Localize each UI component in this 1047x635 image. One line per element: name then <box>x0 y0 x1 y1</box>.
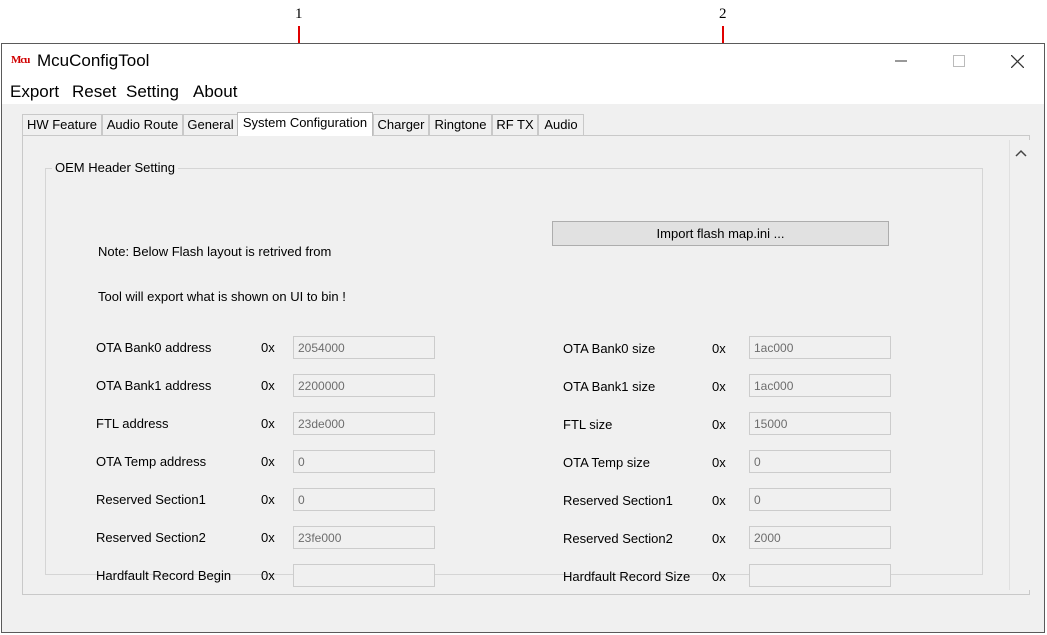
hex-prefix: 0x <box>712 417 726 432</box>
vertical-scrollbar[interactable] <box>1009 140 1031 590</box>
scroll-up-icon[interactable] <box>1014 148 1028 158</box>
menu-bar: Export Reset Setting About <box>2 78 1044 104</box>
label-ftl-size: FTL size <box>563 417 613 432</box>
label-ota-bank1-size: OTA Bank1 size <box>563 379 656 394</box>
hex-prefix: 0x <box>261 378 275 393</box>
reserved-section2-address-field[interactable] <box>293 526 435 549</box>
maximize-button[interactable] <box>930 44 988 78</box>
note-line-1: Note: Below Flash layout is retrived fro… <box>98 244 332 259</box>
import-flash-map-button[interactable]: Import flash map.ini ... <box>552 221 889 246</box>
hex-prefix: 0x <box>261 530 275 545</box>
label-ota-bank1-address: OTA Bank1 address <box>96 378 212 393</box>
tab-audio[interactable]: Audio <box>538 114 584 135</box>
hex-prefix: 0x <box>261 568 275 583</box>
tab-charger[interactable]: Charger <box>373 114 429 135</box>
reserved-section1-address-field[interactable] <box>293 488 435 511</box>
annotation-number-2: 2 <box>719 6 727 22</box>
tab-audio-route[interactable]: Audio Route <box>102 114 183 135</box>
tab-general[interactable]: General <box>183 114 238 135</box>
label-hardfault-record-size: Hardfault Record Size <box>563 569 691 584</box>
label-ota-temp-address: OTA Temp address <box>96 454 207 469</box>
menu-about[interactable]: About <box>193 82 237 102</box>
minimize-icon <box>895 60 907 62</box>
group-title: OEM Header Setting <box>52 160 178 175</box>
menu-reset[interactable]: Reset <box>72 82 116 102</box>
label-reserved-section2-size: Reserved Section2 <box>563 531 673 546</box>
hex-prefix: 0x <box>712 531 726 546</box>
ota-bank0-size-field[interactable] <box>749 336 891 359</box>
reserved-section1-size-field[interactable] <box>749 488 891 511</box>
tab-rf-tx[interactable]: RF TX <box>492 114 538 135</box>
label-reserved-section1-size: Reserved Section1 <box>563 493 673 508</box>
close-button[interactable] <box>988 44 1044 78</box>
label-reserved-section1-address: Reserved Section1 <box>96 492 206 507</box>
hardfault-record-begin-field[interactable] <box>293 564 435 587</box>
reserved-section2-size-field[interactable] <box>749 526 891 549</box>
ota-bank0-address-field[interactable] <box>293 336 435 359</box>
menu-export[interactable]: Export <box>10 82 59 102</box>
note-line-2: Tool will export what is shown on UI to … <box>98 289 346 304</box>
label-ota-temp-size: OTA Temp size <box>563 455 650 470</box>
label-ota-bank0-address: OTA Bank0 address <box>96 340 212 355</box>
minimize-button[interactable] <box>872 44 930 78</box>
hex-prefix: 0x <box>712 379 726 394</box>
label-ftl-address: FTL address <box>96 416 169 431</box>
hex-prefix: 0x <box>712 569 726 584</box>
hardfault-record-size-field[interactable] <box>749 564 891 587</box>
close-icon <box>1010 54 1024 68</box>
tab-hw-feature[interactable]: HW Feature <box>22 114 102 135</box>
window-title: McuConfigTool <box>37 51 150 70</box>
hex-prefix: 0x <box>261 340 275 355</box>
hex-prefix: 0x <box>261 454 275 469</box>
ota-temp-address-field[interactable] <box>293 450 435 473</box>
annotation-number-1: 1 <box>295 6 303 22</box>
menu-setting[interactable]: Setting <box>126 82 179 102</box>
ftl-address-field[interactable] <box>293 412 435 435</box>
title-bar: Mcu McuConfigTool <box>2 44 1044 78</box>
hex-prefix: 0x <box>712 341 726 356</box>
tab-system-configuration[interactable]: System Configuration <box>237 112 373 136</box>
maximize-icon <box>953 55 965 67</box>
ota-bank1-address-field[interactable] <box>293 374 435 397</box>
ota-bank1-size-field[interactable] <box>749 374 891 397</box>
label-ota-bank0-size: OTA Bank0 size <box>563 341 656 356</box>
label-reserved-section2-address: Reserved Section2 <box>96 530 206 545</box>
hex-prefix: 0x <box>261 416 275 431</box>
hex-prefix: 0x <box>712 455 726 470</box>
hex-prefix: 0x <box>712 493 726 508</box>
ota-temp-size-field[interactable] <box>749 450 891 473</box>
label-hardfault-record-begin: Hardfault Record Begin <box>96 568 232 583</box>
hex-prefix: 0x <box>261 492 275 507</box>
mcu-app-icon: Mcu <box>11 54 30 66</box>
ftl-size-field[interactable] <box>749 412 891 435</box>
tab-ringtone[interactable]: Ringtone <box>429 114 492 135</box>
